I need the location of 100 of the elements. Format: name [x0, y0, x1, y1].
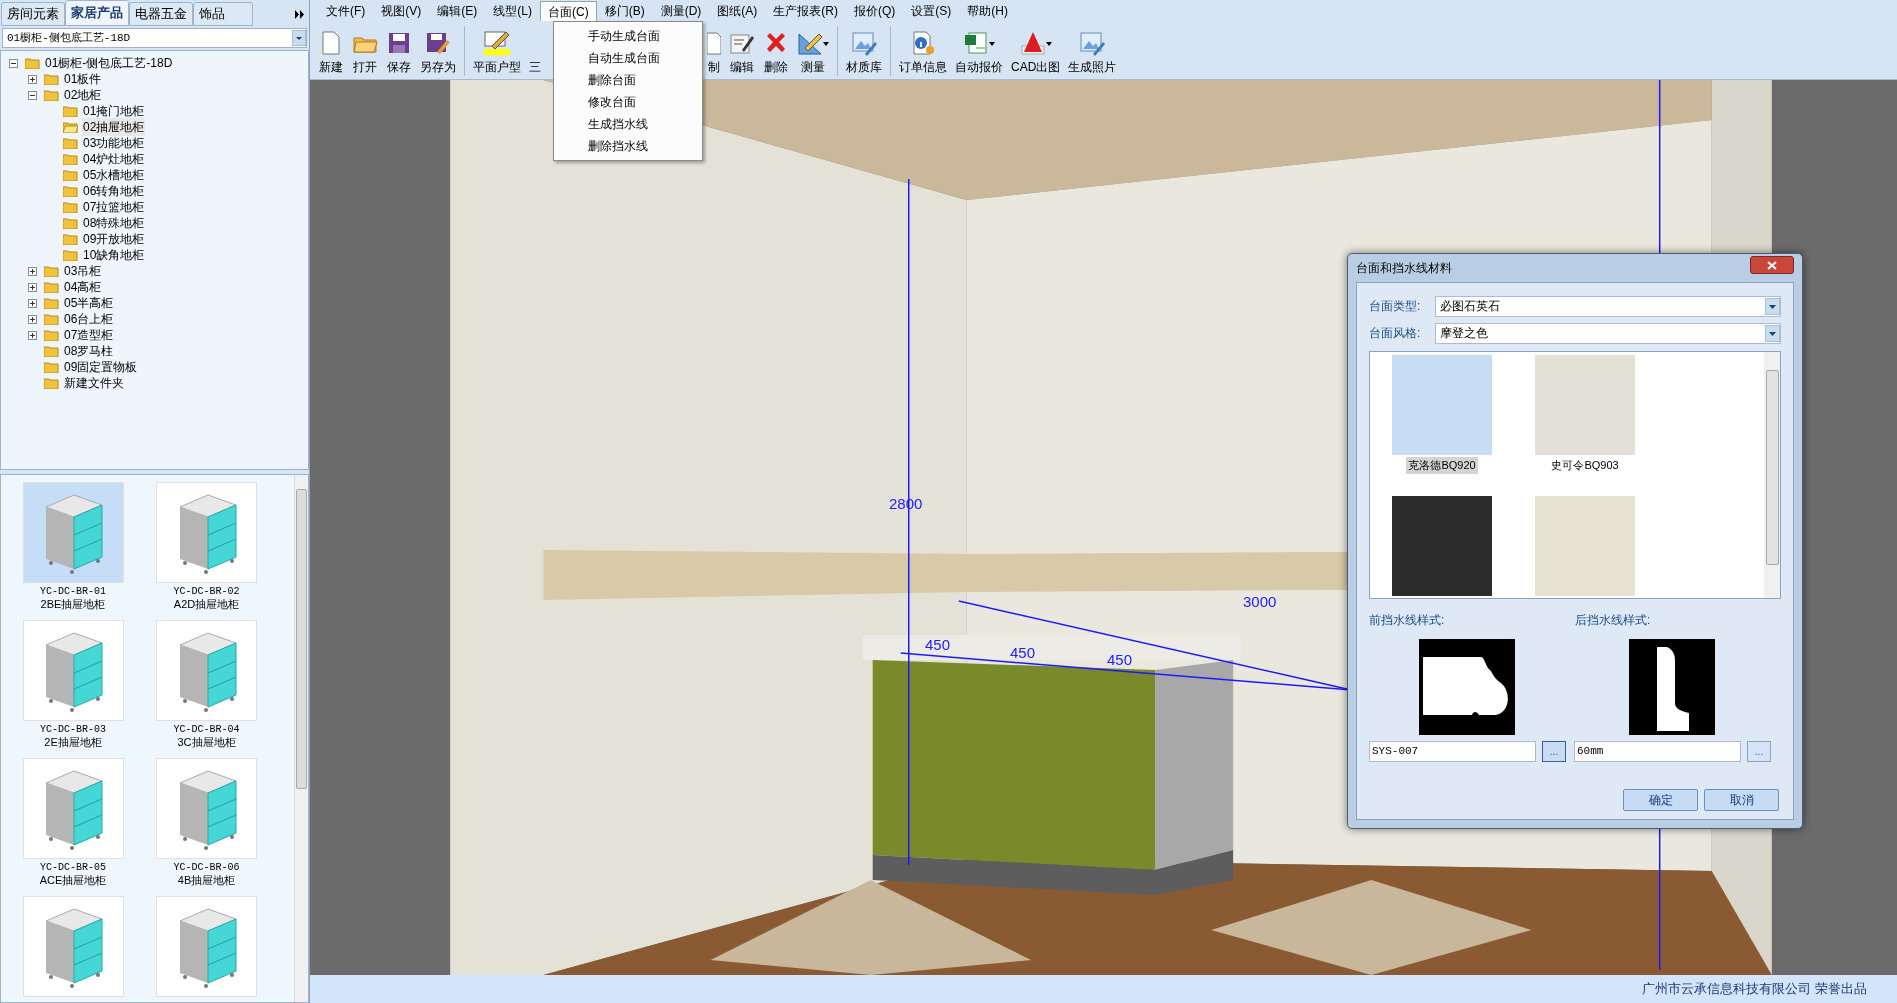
- expand-icon[interactable]: [27, 330, 37, 340]
- image-icon: [851, 29, 877, 56]
- tree-item[interactable]: 新建文件夹: [63, 374, 125, 392]
- expand-icon[interactable]: [27, 74, 37, 84]
- swatch-label[interactable]: 克洛德BQ920: [1406, 457, 1478, 474]
- menu-item[interactable]: 视图(V): [373, 1, 430, 21]
- dropdown-arrow-icon[interactable]: [1765, 324, 1780, 342]
- tree-item[interactable]: 08罗马柱: [63, 342, 115, 360]
- tree-item[interactable]: 07造型柜: [63, 326, 115, 344]
- scrollbar[interactable]: [1764, 352, 1780, 598]
- toolbar-button[interactable]: 生成照片: [1066, 25, 1119, 76]
- toolbar-button[interactable]: 三: [527, 25, 543, 76]
- close-button[interactable]: [1750, 256, 1794, 274]
- dropdown-arrow-icon[interactable]: [292, 30, 306, 46]
- toolbar-button[interactable]: 自动报价: [953, 25, 1005, 76]
- browse-button[interactable]: ...: [1542, 741, 1566, 762]
- dialog-button[interactable]: 确定: [1623, 789, 1698, 811]
- menu-item[interactable]: 测量(D): [652, 1, 710, 21]
- menu-item[interactable]: 设置(S): [903, 1, 960, 21]
- toolbar-button[interactable]: 编辑: [727, 25, 757, 76]
- folder-icon: [63, 201, 78, 213]
- tree-item[interactable]: 06台上柜: [63, 310, 115, 328]
- menu-item[interactable]: 线型(L): [485, 1, 540, 21]
- tab[interactable]: 家居产品: [65, 0, 129, 26]
- tree-item[interactable]: 01橱柜-侧包底工艺-18D: [44, 54, 174, 72]
- menu-option[interactable]: 删除挡水线: [582, 135, 702, 157]
- tree-item[interactable]: 02抽屉地柜: [82, 118, 146, 136]
- text-field[interactable]: 60mm: [1574, 741, 1741, 762]
- tree-item[interactable]: 07拉篮地柜: [82, 198, 146, 216]
- tab[interactable]: 饰品: [193, 2, 253, 26]
- menu-item[interactable]: 帮助(H): [959, 1, 1016, 21]
- scrollbar[interactable]: [294, 475, 308, 1002]
- tree-item[interactable]: 01掩门地柜: [82, 102, 146, 120]
- expand-icon[interactable]: [27, 298, 37, 308]
- tab[interactable]: 房间元素: [1, 2, 65, 26]
- product-thumbnail[interactable]: [156, 482, 257, 583]
- toolbar-button[interactable]: 另存为: [418, 25, 458, 76]
- menu-option[interactable]: 修改台面: [582, 91, 702, 113]
- product-thumbnail[interactable]: [22, 482, 124, 583]
- tree-item[interactable]: 05水槽地柜: [82, 166, 146, 184]
- tree-item[interactable]: 03吊柜: [63, 262, 103, 280]
- tree-item[interactable]: 05半高柜: [63, 294, 115, 312]
- toolbar-button[interactable]: 保存: [384, 25, 414, 76]
- toolbar-button[interactable]: 平面户型: [471, 25, 523, 76]
- menu-option[interactable]: 删除台面: [582, 69, 702, 91]
- toolbar-button[interactable]: 材质库: [844, 25, 884, 76]
- product-thumbnail[interactable]: [156, 620, 257, 721]
- menu-item[interactable]: 文件(F): [318, 1, 374, 21]
- expand-icon[interactable]: [27, 266, 37, 276]
- folder-icon: [44, 281, 59, 293]
- menu-option[interactable]: 生成挡水线: [582, 113, 702, 135]
- tab-scroll-icon[interactable]: [295, 10, 305, 19]
- menu-item[interactable]: 编辑(E): [429, 1, 486, 21]
- menu-item[interactable]: 移门(B): [596, 1, 653, 21]
- tree-item[interactable]: 04高柜: [63, 278, 103, 296]
- toolbar-button[interactable]: 删除: [761, 25, 791, 76]
- tree-item[interactable]: 09固定置物板: [63, 358, 139, 376]
- tree-item[interactable]: 09开放地柜: [82, 230, 146, 248]
- tree-item[interactable]: 02地柜: [63, 86, 103, 104]
- toolbar-button[interactable]: 制: [705, 25, 723, 76]
- menu-option[interactable]: 自动生成台面: [582, 47, 702, 69]
- tree-item[interactable]: 03功能地柜: [82, 134, 146, 152]
- toolbar-button[interactable]: 打开: [350, 25, 380, 76]
- toolbar-button[interactable]: CAD出图: [1009, 25, 1063, 76]
- combo-box[interactable]: 必图石英石: [1435, 295, 1781, 317]
- dropdown-arrow-icon[interactable]: [1765, 297, 1780, 315]
- tree-item[interactable]: 04炉灶地柜: [82, 150, 146, 168]
- product-thumbnail[interactable]: [22, 896, 124, 997]
- product-thumbnail[interactable]: [156, 758, 257, 859]
- tab[interactable]: 电器五金: [129, 2, 193, 26]
- tree-item[interactable]: 06转角地柜: [82, 182, 146, 200]
- dialog-button[interactable]: 取消: [1704, 789, 1779, 811]
- dimension-label: 450: [925, 637, 951, 652]
- menu-item[interactable]: 图纸(A): [709, 1, 766, 21]
- combo-box[interactable]: 摩登之色: [1435, 322, 1781, 344]
- product-thumbnail[interactable]: [156, 896, 257, 997]
- product-thumbnail[interactable]: [22, 620, 124, 721]
- product-thumbnail[interactable]: [22, 758, 124, 859]
- menu-option[interactable]: 手动生成台面: [582, 25, 702, 47]
- library-dropdown[interactable]: 01橱柜-侧包底工艺-18D: [2, 28, 307, 48]
- tree-item[interactable]: 08特殊地柜: [82, 214, 146, 232]
- expand-icon[interactable]: [27, 314, 37, 324]
- material-swatch[interactable]: [1392, 495, 1492, 596]
- toolbar-button[interactable]: 订单信息: [897, 25, 949, 76]
- collapse-icon[interactable]: [8, 58, 18, 68]
- toolbar-button[interactable]: 新建: [316, 25, 346, 76]
- swatch-label[interactable]: 史可令BQ903: [1549, 457, 1621, 474]
- text-field[interactable]: SYS-007: [1369, 741, 1536, 762]
- material-swatch[interactable]: [1535, 495, 1635, 596]
- material-swatch[interactable]: [1392, 355, 1492, 455]
- menu-item[interactable]: 台面(C): [540, 1, 597, 21]
- menu-item[interactable]: 报价(Q): [846, 1, 904, 21]
- collapse-icon[interactable]: [27, 90, 37, 100]
- menu-item[interactable]: 生产报表(R): [765, 1, 846, 21]
- material-swatch[interactable]: [1535, 355, 1635, 455]
- expand-icon[interactable]: [27, 282, 37, 292]
- browse-button[interactable]: ...: [1747, 741, 1771, 762]
- tree-item[interactable]: 10缺角地柜: [82, 246, 146, 264]
- toolbar-button[interactable]: 测量: [795, 25, 831, 76]
- tree-item[interactable]: 01板件: [63, 70, 103, 88]
